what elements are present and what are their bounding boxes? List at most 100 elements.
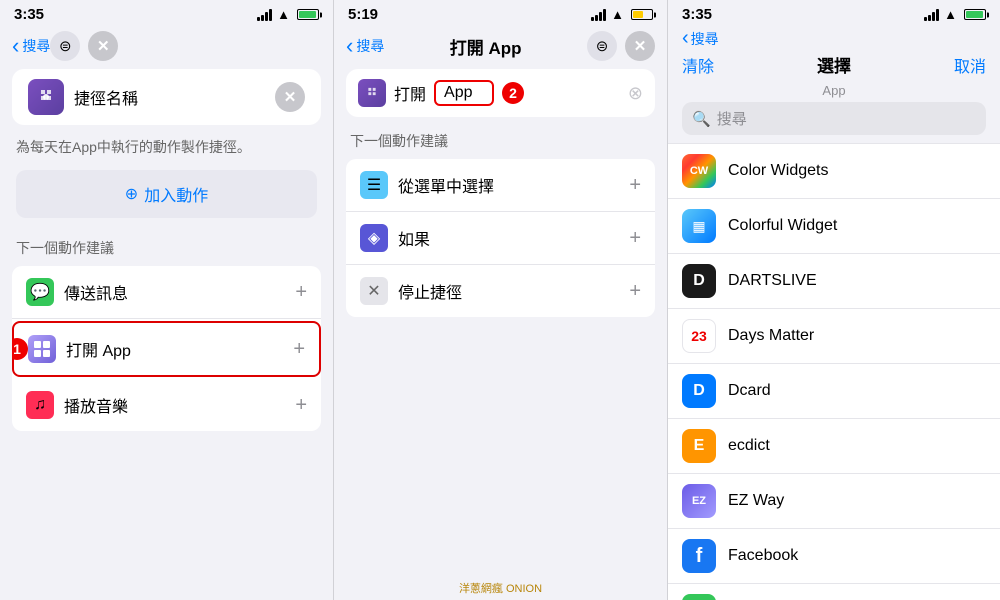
stop-icon: ✕ — [360, 277, 388, 305]
close-button-1[interactable]: ✕ — [88, 31, 118, 61]
p3-nav-row: 清除 選擇 取消 — [668, 52, 1000, 83]
message-icon: 💬 — [26, 278, 54, 306]
status-icons-1: ▲ — [257, 7, 319, 22]
watermark: 洋蔥網瘋 ONION — [334, 576, 667, 600]
clear-button[interactable]: 清除 — [682, 53, 714, 77]
input-clear-icon[interactable]: ⊗ — [628, 83, 643, 104]
badge-1: 1 — [12, 338, 28, 360]
action-input-row: 打開 App 2 ⊗ — [346, 69, 655, 117]
if-icon: ◈ — [360, 224, 388, 252]
back-button-2[interactable]: 搜尋 — [346, 35, 384, 57]
section-label-1: 下一個動作建議 — [0, 238, 333, 266]
colorwidgets-icon: CW — [682, 154, 716, 188]
add-fromlist-icon[interactable]: + — [629, 174, 641, 197]
input-field-app[interactable]: App — [434, 80, 494, 106]
shortcut-close-1[interactable]: ✕ — [275, 82, 305, 112]
ecdict-name: ecdict — [728, 437, 986, 455]
nav-title-2: 打開 App — [384, 34, 587, 59]
wifi-icon-1: ▲ — [277, 7, 290, 22]
description-1: 為每天在App中執行的動作製作捷徑。 — [0, 137, 333, 170]
battery-icon-3 — [964, 9, 986, 20]
shortcut-icon-2 — [358, 79, 386, 107]
action-label-if: 如果 — [398, 226, 629, 250]
action-list-2: ☰ 從選單中選擇 + ◈ 如果 + ✕ 停止捷徑 + — [346, 159, 655, 317]
status-icons-2: ▲ — [591, 7, 653, 22]
nav-actions-1: ⊜ ✕ — [50, 31, 118, 61]
time-1: 3:35 — [14, 6, 44, 23]
settings-button-2[interactable]: ⊜ — [587, 31, 617, 61]
status-icons-3: ▲ — [924, 7, 986, 22]
list-item-daysmatter[interactable]: 23 Days Matter — [668, 309, 1000, 364]
time-2: 5:19 — [348, 6, 378, 23]
p3-back-nav: ‹搜尋 — [668, 27, 1000, 52]
openapp-icon — [28, 335, 56, 363]
action-item-fromlist[interactable]: ☰ 從選單中選擇 + — [346, 159, 655, 212]
time-3: 3:35 — [682, 6, 712, 23]
list-item-ezway[interactable]: EZ EZ Way — [668, 474, 1000, 529]
nav-bar-2: 搜尋 打開 App ⊜ ✕ — [334, 27, 667, 69]
add-icon: ⊕ — [125, 184, 138, 204]
back-button-1[interactable]: 搜尋 — [12, 35, 50, 57]
status-bar-2: 5:19 ▲ — [334, 0, 667, 27]
search-icon: 🔍 — [692, 110, 711, 128]
add-if-icon[interactable]: + — [629, 227, 641, 250]
battery-icon-1 — [297, 9, 319, 20]
daysmatter-name: Days Matter — [728, 327, 986, 345]
search-bar[interactable]: 🔍 搜尋 — [682, 102, 986, 135]
action-list-1: 💬 傳送訊息 + 1 打開 App + ♫ 播放音樂 + — [12, 266, 321, 431]
list-item-ecdict[interactable]: E ecdict — [668, 419, 1000, 474]
list-item-colorwidgets[interactable]: CW Color Widgets — [668, 143, 1000, 199]
shortcut-name-1: 捷徑名稱 — [74, 85, 265, 109]
app-list: CW Color Widgets ▦ Colorful Widget D DAR… — [668, 143, 1000, 600]
list-item-dcard[interactable]: D Dcard — [668, 364, 1000, 419]
facetime-icon: 📹 — [682, 594, 716, 600]
status-bar-3: 3:35 ▲ — [668, 0, 1000, 27]
add-openapp-icon[interactable]: + — [293, 338, 305, 361]
facebook-icon: f — [682, 539, 716, 573]
wifi-icon-3: ▲ — [944, 7, 957, 22]
signal-icon-3 — [924, 9, 939, 21]
action-item-stop[interactable]: ✕ 停止捷徑 + — [346, 265, 655, 317]
wifi-icon-2: ▲ — [611, 7, 624, 22]
p3-title: 選擇 — [817, 52, 851, 77]
dartslive-icon: D — [682, 264, 716, 298]
music-icon: ♫ — [26, 391, 54, 419]
p3-section-label: App — [668, 83, 1000, 102]
add-music-icon[interactable]: + — [295, 394, 307, 417]
add-message-icon[interactable]: + — [295, 281, 307, 304]
colorwidgets-name: Color Widgets — [728, 162, 986, 180]
list-item-facebook[interactable]: f Facebook — [668, 529, 1000, 584]
colorfulwidget-icon: ▦ — [682, 209, 716, 243]
action-label-message: 傳送訊息 — [64, 280, 295, 304]
add-action-button[interactable]: ⊕ 加入動作 — [16, 170, 317, 218]
action-label-fromlist: 從選單中選擇 — [398, 173, 629, 197]
select-icon: ☰ — [360, 171, 388, 199]
list-item-dartslive[interactable]: D DARTSLIVE — [668, 254, 1000, 309]
action-item-openapp[interactable]: 1 打開 App + — [12, 321, 321, 377]
ezway-icon: EZ — [682, 484, 716, 518]
action-item-message[interactable]: 💬 傳送訊息 + — [12, 266, 321, 319]
panel-openapp: 5:19 ▲ 搜尋 打開 App ⊜ ✕ 打開 App 2 ⊗ — [334, 0, 668, 600]
nav-actions-2: ⊜ ✕ — [587, 31, 655, 61]
daysmatter-icon: 23 — [682, 319, 716, 353]
action-label-stop: 停止捷徑 — [398, 279, 629, 303]
badge-2: 2 — [502, 82, 524, 104]
ecdict-icon: E — [682, 429, 716, 463]
add-stop-icon[interactable]: + — [629, 280, 641, 303]
back-button-3[interactable]: ‹搜尋 — [682, 27, 719, 50]
signal-icon-1 — [257, 9, 272, 21]
list-item-colorfulwidget[interactable]: ▦ Colorful Widget — [668, 199, 1000, 254]
shortcut-icon-1 — [28, 79, 64, 115]
cancel-button[interactable]: 取消 — [954, 53, 986, 77]
action-item-music[interactable]: ♫ 播放音樂 + — [12, 379, 321, 431]
section-label-2: 下一個動作建議 — [334, 131, 667, 159]
search-placeholder: 搜尋 — [717, 108, 747, 129]
close-button-2[interactable]: ✕ — [625, 31, 655, 61]
add-action-label: 加入動作 — [144, 182, 208, 206]
battery-icon-2 — [631, 9, 653, 20]
colorfulwidget-name: Colorful Widget — [728, 217, 986, 235]
list-item-facetime[interactable]: 📹 FaceTime ✓ — [668, 584, 1000, 600]
dartslive-name: DARTSLIVE — [728, 272, 986, 290]
settings-button-1[interactable]: ⊜ — [50, 31, 80, 61]
action-item-if[interactable]: ◈ 如果 + — [346, 212, 655, 265]
